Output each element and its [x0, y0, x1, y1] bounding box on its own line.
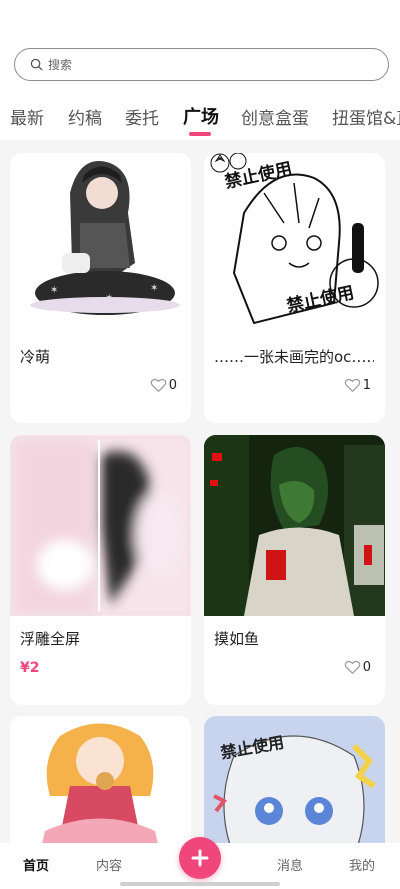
nav-home[interactable]: 首页: [23, 855, 49, 874]
tab-commission[interactable]: 委托: [125, 104, 159, 129]
card-title: ……一张未画完的oc……: [214, 348, 374, 366]
header: 搜索 最新 约稿 委托 广场 创意盒蛋 扭蛋馆&直: [0, 0, 400, 140]
heart-icon: [344, 660, 360, 675]
artwork-card[interactable]: ✶ ✶ ✶ 冷萌 0: [10, 153, 191, 423]
category-tabs: 最新 约稿 委托 广场 创意盒蛋 扭蛋馆&直: [0, 100, 400, 136]
svg-text:✶: ✶: [50, 285, 58, 296]
search-icon: [30, 58, 43, 71]
artwork-thumbnail[interactable]: ✶ ✶ ✶: [10, 153, 191, 334]
tab-latest[interactable]: 最新: [10, 104, 44, 129]
nav-messages[interactable]: 消息: [277, 855, 303, 874]
artwork-thumbnail[interactable]: [10, 435, 191, 616]
like-count: 0: [168, 378, 177, 393]
tab-creative-box[interactable]: 创意盒蛋: [241, 104, 309, 129]
heart-icon: [344, 378, 360, 393]
artwork-card[interactable]: 摸如鱼 0: [204, 435, 385, 705]
like-counter[interactable]: 0: [344, 660, 371, 675]
heart-icon: [150, 378, 166, 393]
tab-plaza[interactable]: 广场: [183, 103, 219, 129]
app-root: 搜索 最新 约稿 委托 广场 创意盒蛋 扭蛋馆&直 ✶: [0, 0, 400, 889]
card-price: ¥2: [20, 660, 40, 676]
card-title: 冷萌: [20, 348, 51, 366]
nav-profile[interactable]: 我的: [349, 855, 375, 874]
card-title: 浮雕全屏: [20, 630, 81, 648]
card-title: 摸如鱼: [214, 630, 260, 648]
svg-text:✶: ✶: [105, 293, 113, 304]
artwork-thumbnail[interactable]: [204, 435, 385, 616]
active-tab-indicator: [189, 132, 211, 136]
nav-content[interactable]: 内容: [96, 855, 122, 874]
create-button[interactable]: [179, 837, 221, 879]
like-count: 0: [362, 660, 371, 675]
like-count: 1: [362, 378, 371, 393]
svg-text:✶: ✶: [150, 283, 158, 294]
artwork-thumbnail[interactable]: 禁止使用 禁止使用: [204, 153, 385, 334]
search-placeholder: 搜索: [48, 58, 73, 72]
plus-icon: [191, 849, 209, 867]
search-bar[interactable]: 搜索: [14, 48, 389, 81]
home-indicator: [120, 882, 280, 886]
artwork-card[interactable]: 浮雕全屏 ¥2: [10, 435, 191, 705]
artwork-card[interactable]: 禁止使用 禁止使用 ……一张未画完的oc…… 1: [204, 153, 385, 423]
like-counter[interactable]: 0: [150, 378, 177, 393]
tab-gacha-hall[interactable]: 扭蛋馆&直: [332, 104, 400, 129]
like-counter[interactable]: 1: [344, 378, 371, 393]
tab-commission-request[interactable]: 约稿: [68, 104, 102, 129]
